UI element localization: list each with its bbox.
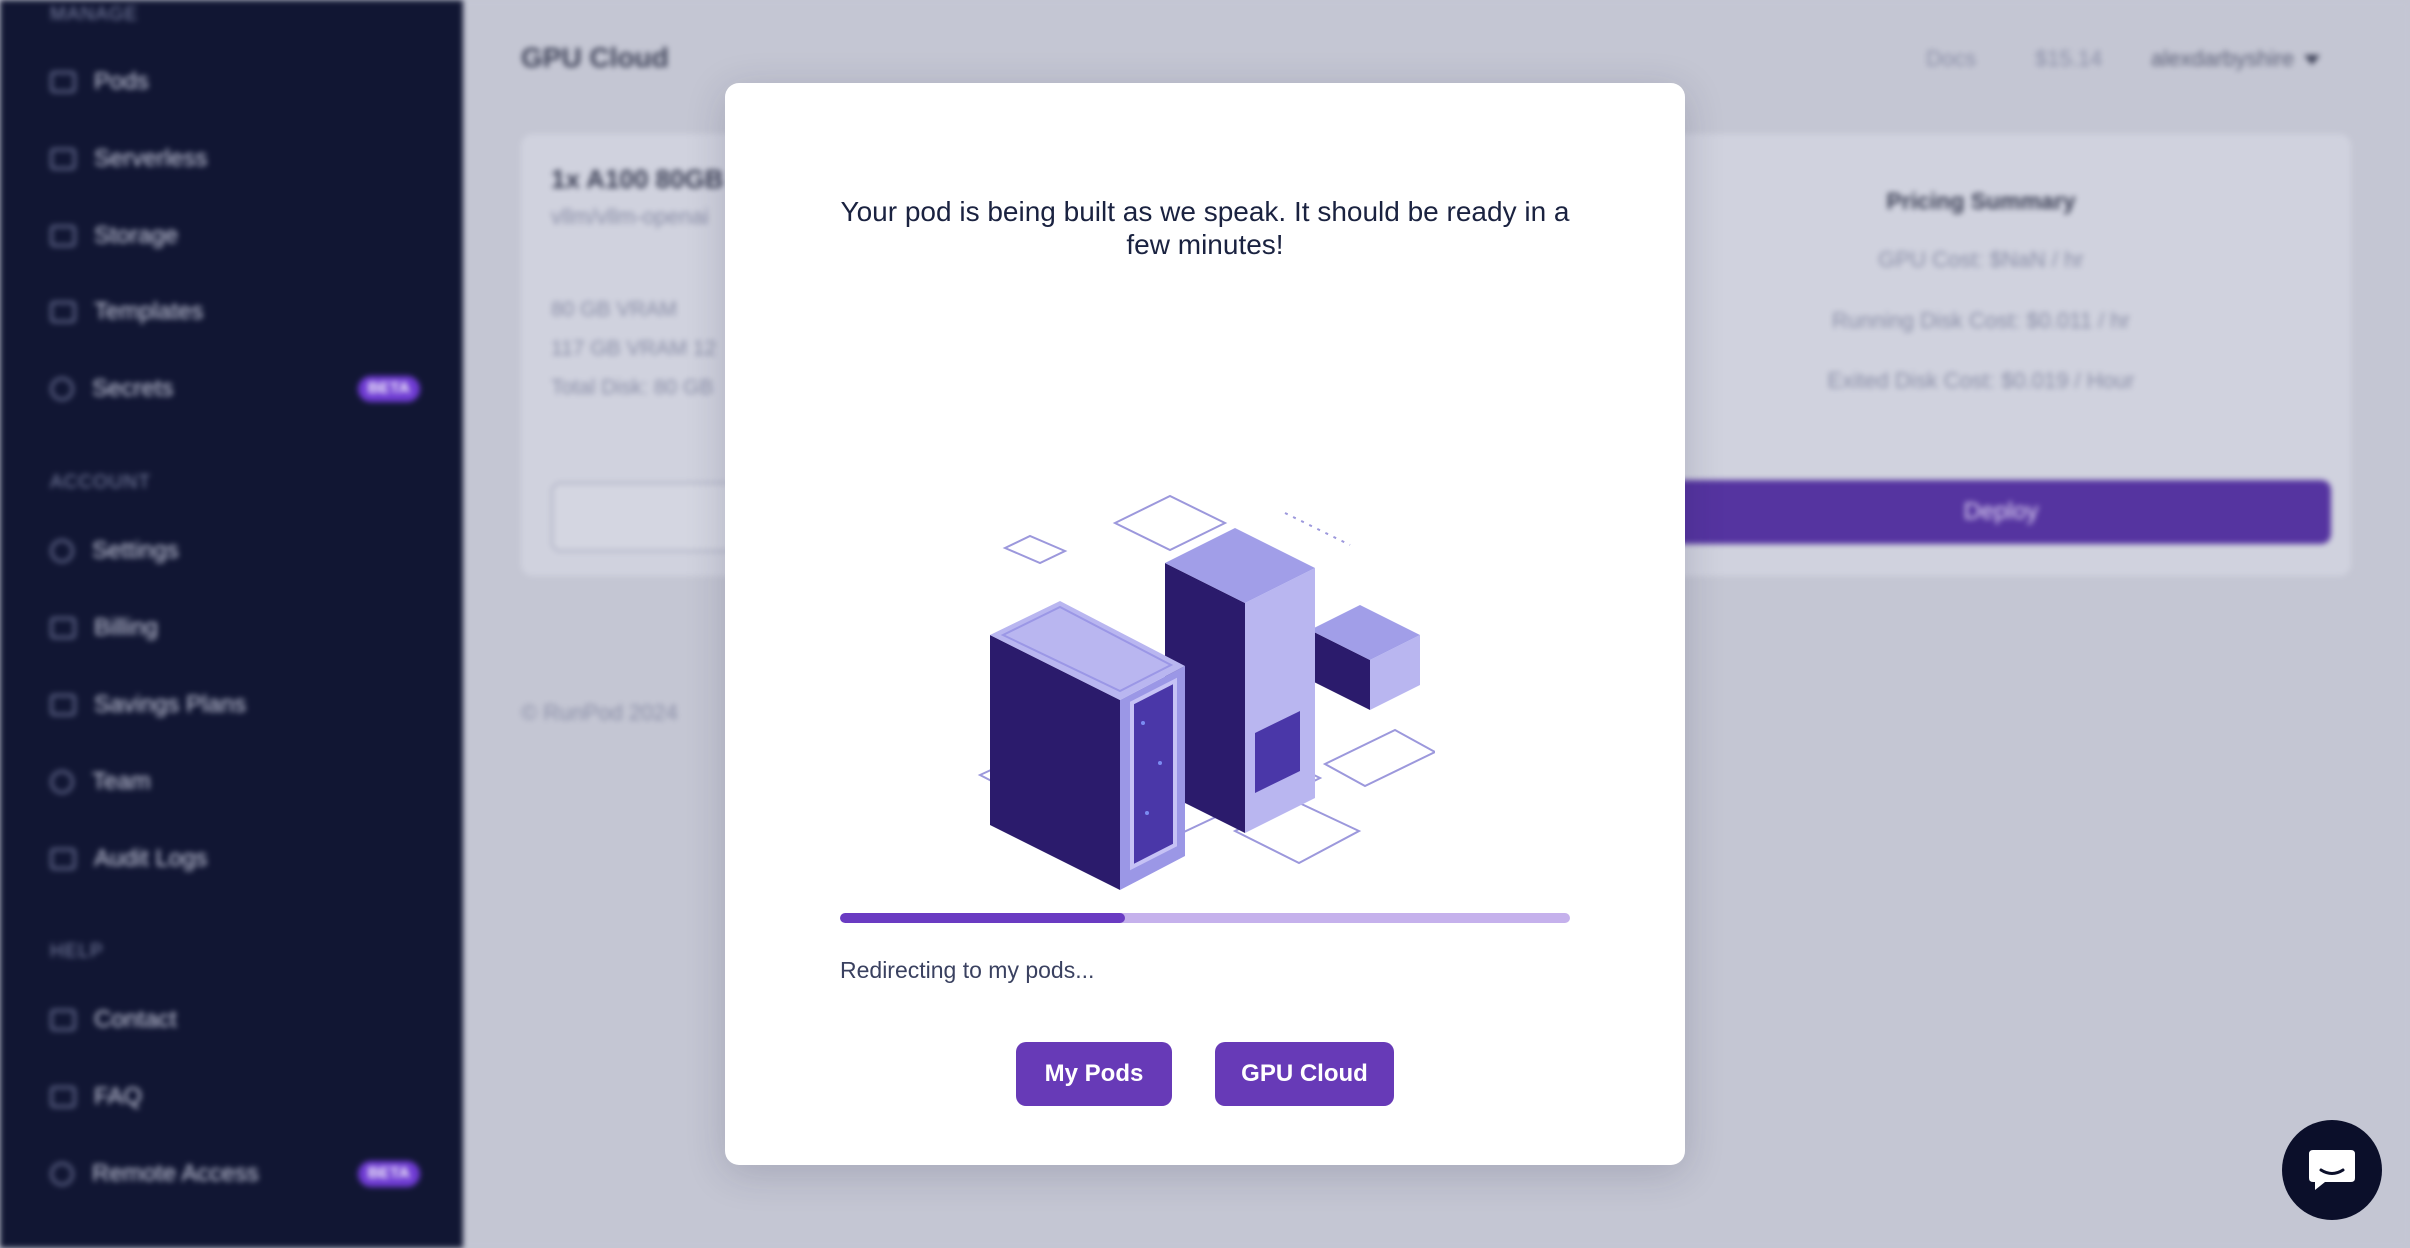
sidebar-item-label: Secrets	[92, 375, 174, 402]
exited-disk-cost: Exited Disk Cost: $0.019 / Hour	[1827, 368, 2135, 393]
progress-fill	[840, 913, 1125, 923]
serverless-icon	[50, 148, 76, 170]
footer-copyright: © RunPod 2024	[521, 700, 678, 725]
deploy-button[interactable]: Deploy	[1671, 480, 2331, 544]
chevron-down-icon	[2304, 55, 2321, 66]
sidebar-item-faq[interactable]: FAQ	[50, 1077, 420, 1117]
sidebar-item-team[interactable]: Team	[50, 762, 420, 802]
chat-widget-button[interactable]	[2282, 1120, 2382, 1220]
sidebar-item-label: Remote Access	[92, 1160, 259, 1187]
billing-icon	[50, 617, 76, 639]
gpu-title: 1x A100 80GB	[551, 164, 724, 194]
sidebar-item-label: Settings	[92, 537, 179, 564]
sidebar: MANAGE Pods Serverless Storage Templates…	[0, 0, 463, 1248]
running-disk-cost: Running Disk Cost: $0.011 / hr	[1832, 308, 2130, 333]
gpu-cloud-button[interactable]: GPU Cloud	[1215, 1042, 1394, 1106]
pods-icon	[50, 71, 76, 93]
sidebar-item-label: Serverless	[94, 145, 208, 172]
sidebar-item-secrets[interactable]: Secrets BETA	[50, 369, 420, 409]
sidebar-item-label: Storage	[94, 222, 179, 249]
sidebar-item-label: Contact	[94, 1006, 177, 1033]
user-menu[interactable]: alexdarbyshire	[2151, 46, 2321, 72]
sidebar-item-label: Team	[92, 768, 151, 795]
spec-ram: 117 GB VRAM 12	[551, 337, 717, 360]
chat-icon	[2309, 1150, 2355, 1190]
image-name: vllm/vllm-openai	[551, 204, 709, 229]
sidebar-item-savings-plans[interactable]: Savings Plans	[50, 685, 420, 725]
templates-icon	[50, 301, 76, 323]
my-pods-button[interactable]: My Pods	[1016, 1042, 1172, 1106]
team-icon	[50, 770, 74, 794]
beta-badge: BETA	[357, 376, 420, 402]
chat-bubble-icon	[50, 1009, 76, 1031]
sidebar-item-label: Savings Plans	[94, 691, 247, 718]
sidebar-item-label: Pods	[94, 68, 149, 95]
gpu-cost: GPU Cost: $NaN / hr	[1878, 247, 2084, 272]
server-illustration	[977, 494, 1435, 890]
progress-bar	[840, 913, 1570, 923]
beta-badge: BETA	[357, 1161, 420, 1187]
tag-icon	[50, 694, 76, 716]
redirect-text: Redirecting to my pods...	[840, 957, 1095, 983]
sidebar-item-contact[interactable]: Contact	[50, 1000, 420, 1040]
sidebar-item-label: FAQ	[94, 1083, 143, 1110]
sidebar-item-storage[interactable]: Storage	[50, 216, 420, 256]
sidebar-item-serverless[interactable]: Serverless	[50, 139, 420, 179]
storage-icon	[50, 225, 76, 247]
sidebar-item-settings[interactable]: Settings	[50, 531, 420, 571]
audit-icon	[50, 848, 76, 870]
balance[interactable]: $15.14	[2035, 46, 2102, 72]
key-icon	[50, 377, 74, 401]
sidebar-item-audit-logs[interactable]: Audit Logs	[50, 839, 420, 879]
docs-link[interactable]: Docs	[1926, 46, 1976, 72]
sidebar-section-account: ACCOUNT	[50, 472, 151, 493]
sidebar-item-label: Audit Logs	[94, 845, 208, 872]
spec-vram: 80 GB VRAM	[551, 298, 678, 321]
faq-icon	[50, 1086, 76, 1108]
sidebar-item-pods[interactable]: Pods	[50, 62, 420, 102]
sidebar-item-remote-access[interactable]: Remote Access BETA	[50, 1154, 420, 1194]
sidebar-item-label: Templates	[94, 298, 204, 325]
sidebar-section-help: HELP	[50, 941, 104, 962]
username: alexdarbyshire	[2151, 46, 2295, 71]
sidebar-item-label: Billing	[94, 614, 159, 641]
gear-icon	[50, 539, 74, 563]
pod-building-modal: Your pod is being built as we speak. It …	[725, 83, 1685, 1165]
remote-access-icon	[50, 1162, 74, 1186]
sidebar-item-billing[interactable]: Billing	[50, 608, 420, 648]
sidebar-item-templates[interactable]: Templates	[50, 292, 420, 332]
pricing-title: Pricing Summary	[1886, 188, 2076, 214]
page-title: GPU Cloud	[521, 42, 669, 73]
modal-message: Your pod is being built as we speak. It …	[840, 196, 1570, 260]
sidebar-section-manage: MANAGE	[50, 4, 139, 25]
spec-disk: Total Disk: 80 GB	[551, 376, 714, 399]
